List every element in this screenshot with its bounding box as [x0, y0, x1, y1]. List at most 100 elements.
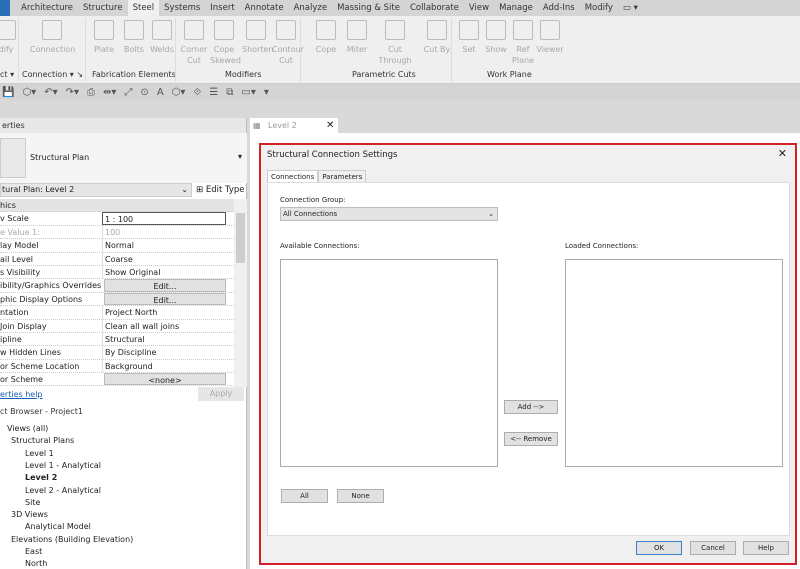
- type-selector[interactable]: Structural Plan ▾: [0, 133, 247, 183]
- property-row[interactable]: ail Level Coarse: [0, 252, 234, 266]
- section-icon[interactable]: ⟐: [193, 87, 201, 98]
- tab-structure[interactable]: Structure: [78, 0, 128, 16]
- property-edit-button[interactable]: Edit...: [104, 279, 226, 292]
- ribbon-button-corner-cut[interactable]: Corner Cut: [180, 20, 208, 66]
- tab-view[interactable]: View: [464, 0, 494, 16]
- close-icon[interactable]: ✕: [778, 147, 787, 160]
- property-row[interactable]: or Scheme Location Background: [0, 359, 234, 374]
- property-value[interactable]: Coarse: [102, 252, 234, 265]
- property-row[interactable]: w Hidden Lines By Discipline: [0, 346, 234, 360]
- customize-icon[interactable]: ▾: [264, 87, 269, 98]
- tab-steel[interactable]: Steel: [127, 0, 160, 16]
- tab-manage[interactable]: Manage: [494, 0, 538, 16]
- property-row[interactable]: ipline Structural: [0, 332, 234, 347]
- tree-item[interactable]: East: [25, 547, 42, 556]
- tree-item[interactable]: Structural Plans: [11, 436, 74, 445]
- tab-systems[interactable]: Systems: [159, 0, 205, 16]
- properties-help-link[interactable]: erties help: [0, 390, 43, 399]
- tree-item[interactable]: Analytical Model: [25, 522, 91, 531]
- context-dropdown-icon[interactable]: ▭ ▾: [618, 0, 643, 16]
- cancel-button[interactable]: Cancel: [690, 541, 736, 555]
- property-category[interactable]: hics: [0, 199, 234, 213]
- ribbon-button-viewer[interactable]: Viewer: [536, 20, 564, 55]
- tree-item[interactable]: Site: [25, 498, 40, 507]
- property-value[interactable]: By Discipline: [102, 346, 234, 359]
- tree-item[interactable]: Level 1 - Analytical: [25, 461, 101, 470]
- property-row[interactable]: s Visibility Show Original: [0, 265, 234, 280]
- save-icon[interactable]: 💾: [2, 87, 14, 98]
- property-value[interactable]: Project North: [102, 306, 234, 319]
- property-value[interactable]: Normal: [102, 239, 234, 252]
- tab-collaborate[interactable]: Collaborate: [405, 0, 464, 16]
- ribbon-button-set[interactable]: Set: [455, 20, 483, 55]
- ribbon-button-cut-by[interactable]: Cut By: [423, 20, 451, 55]
- ribbon-panel-label[interactable]: Parametric Cuts: [352, 70, 416, 79]
- collapse-icon[interactable]: [102, 199, 234, 211]
- property-row[interactable]: Join Display Clean all wall joins: [0, 319, 234, 333]
- ok-button[interactable]: OK: [636, 541, 682, 555]
- print-icon[interactable]: ⎙: [87, 87, 95, 98]
- edit-type-button[interactable]: ⊞ Edit Type: [196, 183, 245, 197]
- ribbon-button-show[interactable]: Show: [482, 20, 510, 55]
- ribbon-button-cope[interactable]: Cope: [312, 20, 340, 55]
- property-edit-button[interactable]: Edit...: [104, 292, 226, 306]
- close-icon[interactable]: ✕: [326, 118, 334, 133]
- select-all-button[interactable]: All: [281, 489, 328, 503]
- tree-item[interactable]: Level 2: [25, 473, 57, 482]
- ribbon-panel-label[interactable]: ct ▾: [0, 70, 14, 79]
- tab-insert[interactable]: Insert: [205, 0, 239, 16]
- measure-icon[interactable]: ⇹▾: [103, 87, 116, 98]
- tab-analyze[interactable]: Analyze: [289, 0, 333, 16]
- property-row[interactable]: phic Display Options Edit...: [0, 292, 234, 307]
- property-value[interactable]: Structural: [102, 332, 234, 346]
- property-row[interactable]: e Value 1: 100: [0, 225, 234, 240]
- available-connections-list[interactable]: [280, 259, 498, 467]
- ribbon-button-bolts[interactable]: Bolts: [120, 20, 148, 55]
- tree-item[interactable]: Level 2 - Analytical: [25, 486, 101, 495]
- help-button[interactable]: Help: [743, 541, 789, 555]
- undo-icon[interactable]: ↶▾: [44, 87, 57, 98]
- ribbon-panel-label[interactable]: Connection ▾ ↘: [22, 70, 83, 79]
- property-value[interactable]: 1 : 100: [102, 212, 226, 225]
- property-row[interactable]: lay Model Normal: [0, 239, 234, 253]
- connection-group-select[interactable]: All Connections ⌄: [280, 207, 498, 221]
- tab-annotate[interactable]: Annotate: [240, 0, 289, 16]
- tab-massing-site[interactable]: Massing & Site: [332, 0, 405, 16]
- app-button[interactable]: [0, 0, 10, 16]
- tab-architecture[interactable]: Architecture: [16, 0, 78, 16]
- tree-item[interactable]: Elevations (Building Elevation): [11, 535, 133, 544]
- close-hidden-icon[interactable]: ⧉: [226, 87, 233, 98]
- thin-lines-icon[interactable]: ☰: [209, 87, 218, 98]
- 3d-view-icon[interactable]: ⬡▾: [172, 87, 186, 98]
- ribbon-button-shorten[interactable]: Shorten: [242, 20, 273, 55]
- type-dropdown-icon[interactable]: ▾: [238, 152, 242, 161]
- property-value[interactable]: Clean all wall joins: [102, 319, 234, 332]
- ribbon-button-connection[interactable]: Connection: [30, 20, 75, 55]
- property-row[interactable]: v Scale 1 : 100: [0, 212, 234, 226]
- instance-selector[interactable]: tural Plan: Level 2 ⌄: [0, 183, 192, 197]
- ribbon-button-dify[interactable]: dify: [0, 20, 20, 55]
- ribbon-panel-label[interactable]: Work Plane: [487, 70, 532, 79]
- tab-modify[interactable]: Modify: [580, 0, 618, 16]
- select-none-button[interactable]: None: [337, 489, 384, 503]
- add-button[interactable]: Add -->: [504, 400, 558, 414]
- ribbon-button-cope-skewed[interactable]: Cope Skewed: [210, 20, 241, 66]
- property-row[interactable]: ntation Project North: [0, 306, 234, 320]
- tree-item[interactable]: North: [25, 559, 47, 568]
- open-icon[interactable]: ⬡▾: [22, 87, 36, 98]
- property-value[interactable]: 100: [102, 225, 234, 239]
- ribbon-button-contour-cut[interactable]: Contour Cut: [272, 20, 304, 66]
- loaded-connections-list[interactable]: [565, 259, 783, 467]
- ribbon-panel-label[interactable]: Fabrication Elements: [92, 70, 176, 79]
- ribbon-button-plate[interactable]: Plate: [90, 20, 118, 55]
- ribbon-button-miter[interactable]: Miter: [343, 20, 371, 55]
- ribbon-button-ref-plane[interactable]: Ref Plane: [509, 20, 537, 66]
- remove-button[interactable]: <-- Remove: [504, 432, 558, 446]
- tree-item[interactable]: Level 1: [25, 449, 54, 458]
- property-edit-button[interactable]: <none>: [104, 373, 226, 386]
- tab-add-ins[interactable]: Add-Ins: [538, 0, 580, 16]
- text-icon[interactable]: A: [157, 87, 164, 98]
- property-value[interactable]: Show Original: [102, 265, 234, 279]
- redo-icon[interactable]: ↷▾: [66, 87, 79, 98]
- scrollbar-thumb[interactable]: [236, 213, 245, 263]
